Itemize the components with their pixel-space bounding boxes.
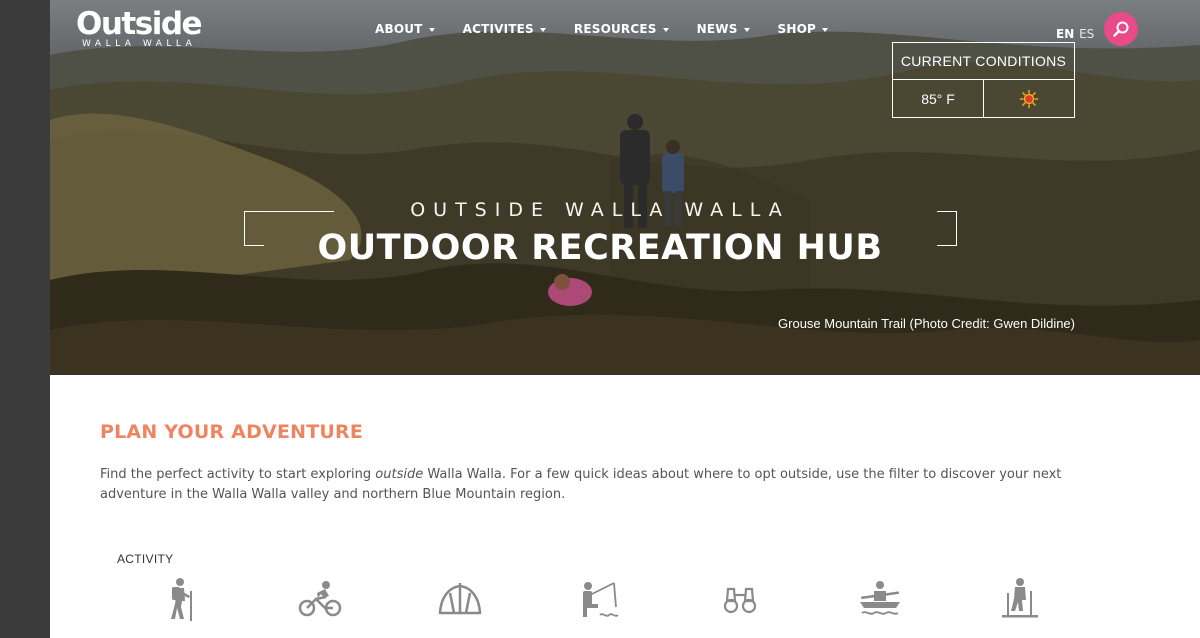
hiking-icon xyxy=(171,578,192,621)
nav-item-label: RESOURCES xyxy=(573,22,657,36)
plan-intro-text: Find the perfect activity to start explo… xyxy=(100,465,1100,505)
activity-biking-button[interactable] xyxy=(290,575,350,623)
chevron-down-icon xyxy=(822,27,829,32)
hero-banner: Outside WALLA WALLA ABOUT ACTIVITES RESO… xyxy=(50,0,1200,375)
activity-camping-button[interactable] xyxy=(430,575,490,623)
logo-tagline: WALLA WALLA xyxy=(82,39,197,49)
activity-filter xyxy=(150,575,1070,625)
activity-birding-button[interactable] xyxy=(710,575,770,623)
conditions-temperature: 85° F xyxy=(893,80,984,117)
activity-fishing-button[interactable] xyxy=(570,575,630,623)
chevron-down-icon xyxy=(743,27,750,32)
sun-icon xyxy=(1019,89,1039,108)
language-es-link[interactable]: ES xyxy=(1079,27,1094,41)
search-button[interactable] xyxy=(1104,12,1138,46)
hero-kicker: OUTSIDE WALLA WALLA xyxy=(410,199,790,221)
language-en-link[interactable]: EN xyxy=(1056,27,1074,41)
current-conditions-widget: CURRENT CONDITIONS 85° F xyxy=(892,42,1075,118)
nav-item-activities[interactable]: ACTIVITES xyxy=(463,22,546,36)
logo-wordmark: Outside xyxy=(76,6,203,42)
conditions-title: CURRENT CONDITIONS xyxy=(893,43,1074,80)
activity-paddling-button[interactable] xyxy=(850,575,910,623)
chevron-down-icon xyxy=(428,27,435,32)
activity-skiing-button[interactable] xyxy=(990,575,1050,623)
intro-text-emphasis: outside xyxy=(375,467,424,482)
activity-hiking-button[interactable] xyxy=(150,575,210,623)
skiing-icon xyxy=(1002,578,1038,618)
nav-item-resources[interactable]: RESOURCES xyxy=(574,22,669,36)
nav-item-about[interactable]: ABOUT xyxy=(375,22,435,36)
language-switcher: EN ES xyxy=(1056,27,1094,41)
kayak-icon xyxy=(860,581,900,615)
photo-credit: Grouse Mountain Trail (Photo Credit: Gwe… xyxy=(778,316,1075,331)
fishing-icon xyxy=(583,582,619,617)
site-logo[interactable]: Outside WALLA WALLA xyxy=(76,6,203,49)
nav-item-label: SHOP xyxy=(777,22,817,36)
hero-title: OUTDOOR RECREATION HUB xyxy=(317,228,883,268)
chevron-down-icon xyxy=(662,27,669,32)
activity-filter-label: ACTIVITY xyxy=(117,552,174,566)
main-nav: ABOUT ACTIVITES RESOURCES NEWS SHOP xyxy=(375,22,829,36)
plan-adventure-title: PLAN YOUR ADVENTURE xyxy=(100,421,364,443)
intro-text-start: Find the perfect activity to start explo… xyxy=(100,467,376,482)
binoculars-icon xyxy=(723,587,757,614)
nav-item-label: ACTIVITES xyxy=(462,22,534,36)
search-icon xyxy=(1113,21,1129,37)
nav-item-shop[interactable]: SHOP xyxy=(777,22,829,36)
biking-icon xyxy=(298,581,342,617)
left-sidebar-rail xyxy=(0,0,50,638)
nav-item-label: ABOUT xyxy=(375,22,423,36)
chevron-down-icon xyxy=(539,27,546,32)
camping-icon xyxy=(438,583,482,615)
conditions-weather xyxy=(984,80,1074,117)
nav-item-news[interactable]: NEWS xyxy=(697,22,750,36)
conditions-row: 85° F xyxy=(893,80,1074,117)
nav-item-label: NEWS xyxy=(696,22,738,36)
